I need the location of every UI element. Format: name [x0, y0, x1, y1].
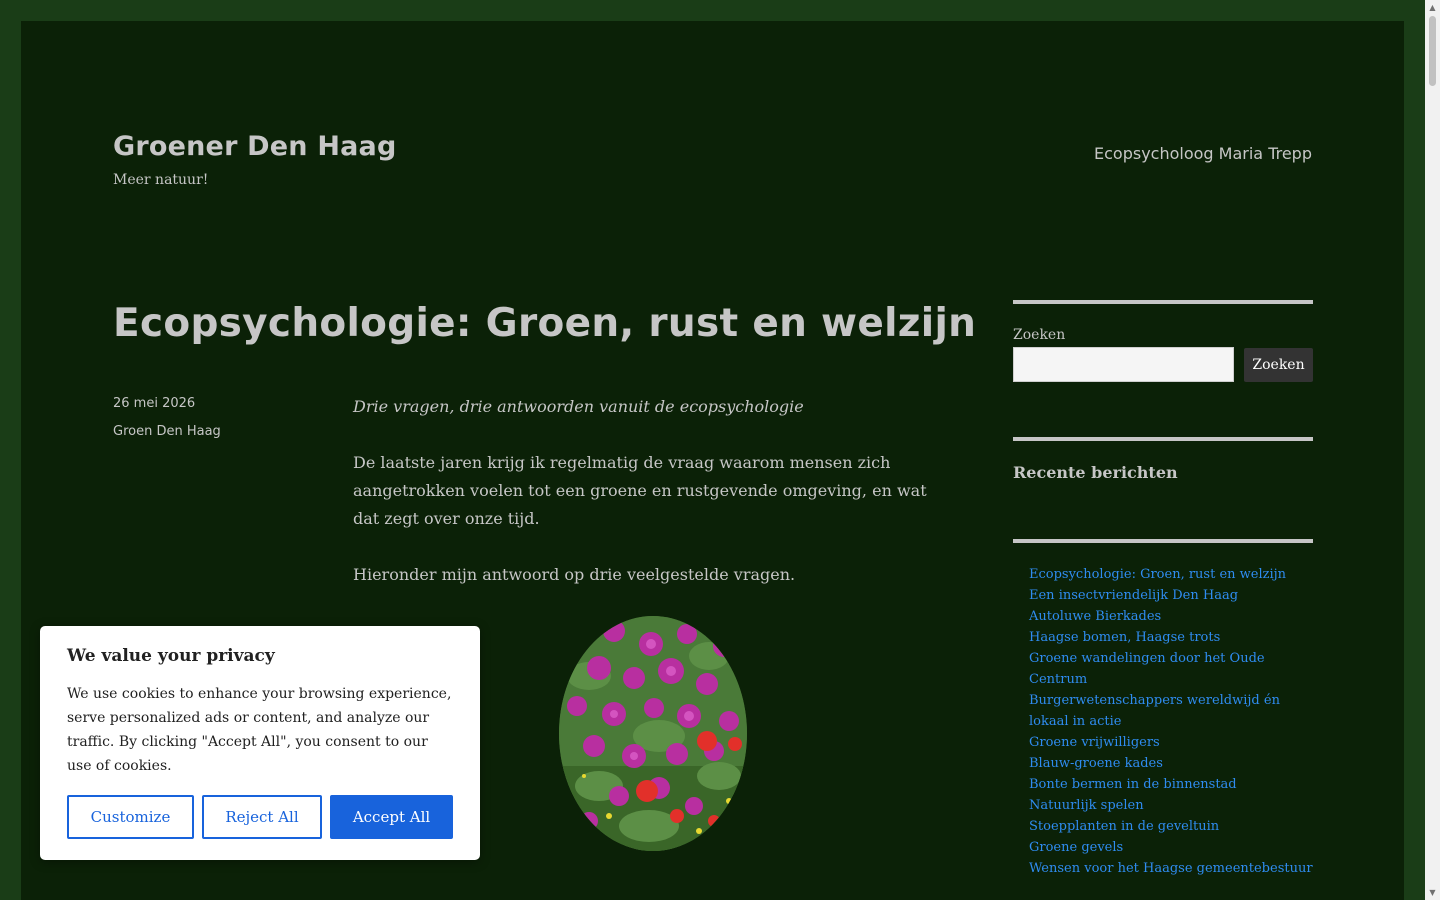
- recent-post-link[interactable]: Een insectvriendelijk Den Haag: [1029, 585, 1319, 606]
- search-button[interactable]: Zoeken: [1244, 348, 1313, 382]
- recent-post-link[interactable]: Blauw-groene kades: [1029, 753, 1319, 774]
- scroll-up-icon[interactable]: ▲: [1425, 0, 1440, 15]
- post-paragraph: Hieronder mijn antwoord op drie veelgest…: [353, 565, 796, 584]
- post-category[interactable]: Groen Den Haag: [113, 424, 221, 439]
- recent-post-link[interactable]: Stoepplanten in de geveltuin: [1029, 816, 1319, 837]
- cookie-text: We use cookies to enhance your browsing …: [67, 686, 452, 774]
- reject-all-button[interactable]: Reject All: [202, 795, 322, 839]
- scroll-down-icon[interactable]: ▼: [1425, 885, 1440, 900]
- recent-post-link[interactable]: Groene wandelingen door het Oude Centrum: [1029, 648, 1319, 690]
- cookie-buttons: Customize Reject All Accept All: [67, 795, 453, 839]
- search-label: Zoeken: [1013, 327, 1066, 343]
- recent-post-link[interactable]: Bonte bermen in de binnenstad: [1029, 774, 1319, 795]
- post-title: Ecopsychologie: Groen, rust en welzijn: [113, 301, 977, 346]
- cookie-title: We value your privacy: [67, 646, 275, 666]
- scrollbar[interactable]: ▲ ▼: [1425, 0, 1440, 900]
- recent-post-link[interactable]: Groene vrijwilligers: [1029, 732, 1319, 753]
- recent-post-link[interactable]: Burgerwetenschappers wereldwijd én lokaa…: [1029, 690, 1319, 732]
- post-intro: Drie vragen, drie antwoorden vanuit de e…: [353, 397, 804, 416]
- recent-posts-list: Ecopsychologie: Groen, rust en welzijn E…: [1029, 564, 1319, 879]
- post-date[interactable]: 26 mei 2026: [113, 396, 195, 411]
- recent-post-link[interactable]: Natuurlijk spelen: [1029, 795, 1319, 816]
- recent-post-link[interactable]: Haagse bomen, Haagse trots: [1029, 627, 1319, 648]
- post-content: Drie vragen, drie antwoorden vanuit de e…: [353, 393, 943, 617]
- site-title[interactable]: Groener Den Haag: [113, 131, 397, 162]
- recent-post-link[interactable]: Wensen voor het Haagse gemeentebestuur: [1029, 858, 1319, 879]
- sidebar-divider: [1013, 300, 1313, 304]
- accept-all-button[interactable]: Accept All: [330, 795, 453, 839]
- recent-post-link[interactable]: Autoluwe Bierkades: [1029, 606, 1319, 627]
- post-paragraph: De laatste jaren krijg ik regelmatig de …: [353, 453, 927, 528]
- recent-post-link[interactable]: Ecopsychologie: Groen, rust en welzijn: [1029, 564, 1319, 585]
- recent-posts-title: Recente berichten: [1013, 463, 1178, 482]
- sidebar-divider: [1013, 437, 1313, 441]
- customize-button[interactable]: Customize: [67, 795, 194, 839]
- nav-link-ecopsycholoog[interactable]: Ecopsycholoog Maria Trepp: [1094, 144, 1312, 163]
- site-tagline: Meer natuur!: [113, 172, 209, 188]
- scrollbar-thumb[interactable]: [1429, 16, 1436, 86]
- sidebar-divider: [1013, 539, 1313, 543]
- cookie-consent-banner: We value your privacy We use cookies to …: [40, 626, 480, 860]
- flower-image: [559, 616, 747, 851]
- recent-post-link[interactable]: Groene gevels: [1029, 837, 1319, 858]
- search-input[interactable]: [1013, 347, 1234, 382]
